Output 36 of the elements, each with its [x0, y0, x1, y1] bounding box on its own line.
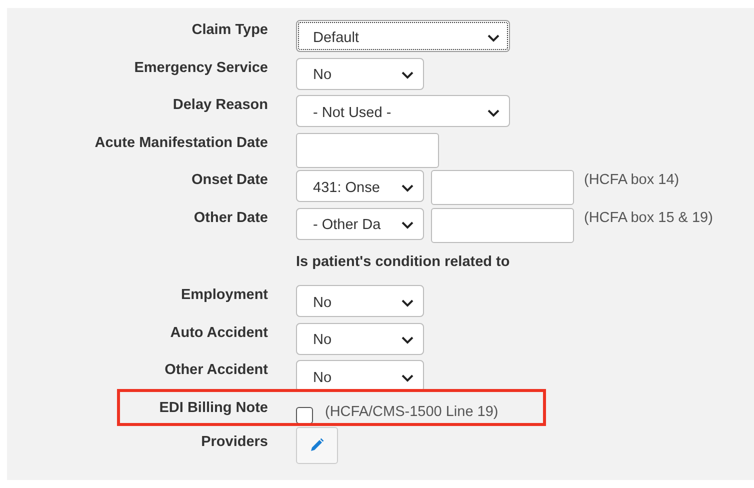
field-label: Acute Manifestation Date: [94, 134, 268, 151]
field-label: Employment: [180, 287, 268, 304]
dropdown[interactable]: No: [296, 285, 424, 318]
field-label: EDI Billing Note: [159, 400, 268, 416]
input-field[interactable]: [431, 208, 574, 243]
section-heading: Is patient's condition related to: [296, 254, 510, 270]
dropdown[interactable]: Default: [296, 20, 510, 52]
field-label: Auto Accident: [170, 324, 268, 341]
chevron-icon: [487, 34, 500, 42]
input-field[interactable]: [431, 170, 574, 206]
chevron-icon: [487, 108, 500, 117]
dropdown[interactable]: No: [296, 322, 424, 355]
hint-text: (HCFA box 14): [584, 171, 680, 188]
edit-button[interactable]: [296, 426, 338, 464]
field-label: Providers: [201, 434, 268, 450]
dropdown[interactable]: - Not Used -: [296, 95, 510, 128]
chevron-icon: [401, 221, 414, 230]
chevron-icon: [401, 71, 414, 80]
dropdown[interactable]: - Other Da: [296, 208, 424, 240]
checkbox[interactable]: [296, 407, 313, 424]
field-label: Onset Date: [191, 172, 268, 188]
dropdown[interactable]: No: [296, 58, 424, 90]
field-label: Emergency Service: [134, 60, 268, 76]
chevron-icon: [401, 184, 414, 192]
dropdown[interactable]: 431: Onse: [296, 170, 424, 202]
pencil-icon: [310, 438, 324, 452]
field-label: Claim Type: [192, 22, 268, 38]
chevron-icon: [401, 298, 414, 307]
field-label: Delay Reason: [172, 97, 268, 114]
chevron-icon: [401, 374, 414, 382]
input-field[interactable]: [296, 132, 439, 168]
field-label: Other Date: [194, 210, 268, 226]
field-label: Other Accident: [164, 362, 268, 378]
chevron-icon: [401, 336, 414, 344]
hint-text: (HCFA box 15 & 19): [584, 208, 713, 226]
hint-text: (HCFA/CMS-1500 Line 19): [325, 403, 498, 420]
